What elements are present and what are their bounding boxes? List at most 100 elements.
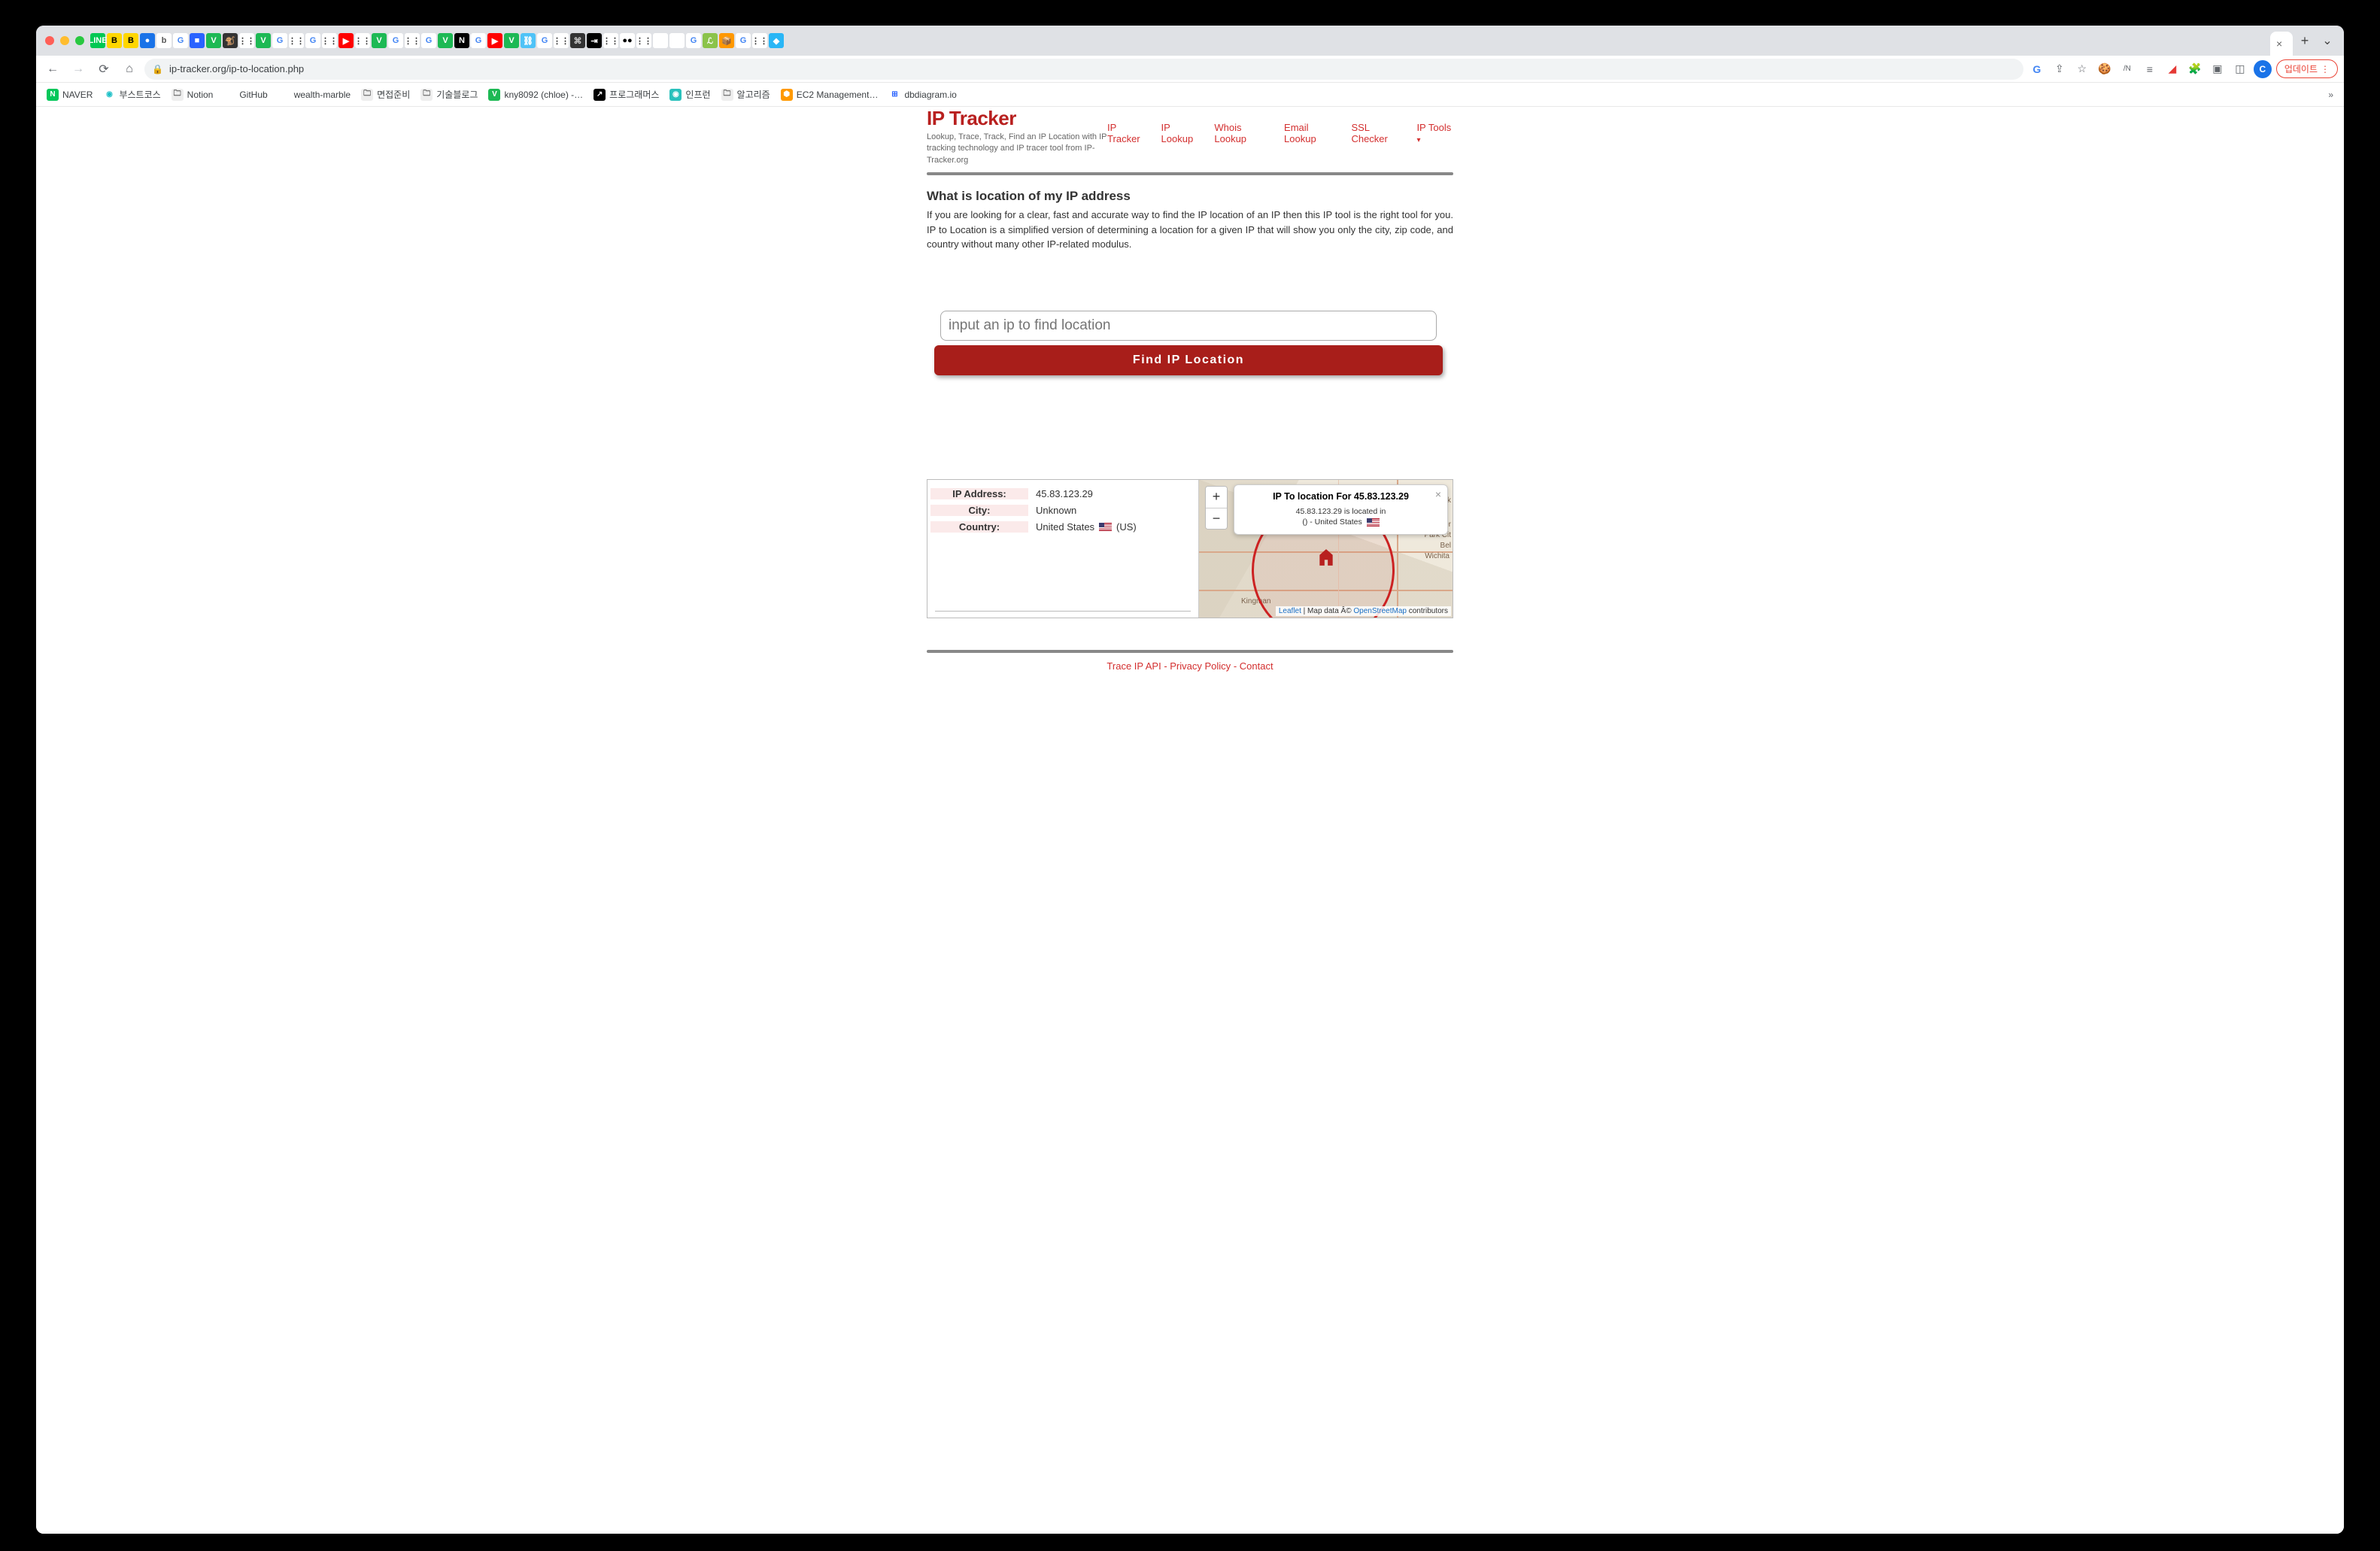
site-logo[interactable]: IP Tracker <box>927 107 1107 130</box>
bookmark-item[interactable]: ⊞dbdiagram.io <box>884 86 961 104</box>
nav-ip-lookup[interactable]: IP Lookup <box>1161 122 1201 144</box>
browser-tab[interactable]: N <box>454 33 469 48</box>
browser-tab[interactable]: G <box>471 33 486 48</box>
bookmark-item[interactable]: GitHub <box>219 86 272 104</box>
bookmarks-overflow-button[interactable]: » <box>2324 87 2338 103</box>
extensions-icon[interactable]: 🧩 <box>2186 60 2204 78</box>
close-tab-icon[interactable]: × <box>2276 38 2282 50</box>
find-ip-location-button[interactable]: Find IP Location <box>934 345 1443 375</box>
browser-tab[interactable]: V <box>438 33 453 48</box>
bookmark-item[interactable]: 🗀알고리즘 <box>717 85 775 104</box>
browser-tab[interactable]: ⋮⋮ <box>355 33 370 48</box>
bookmark-favicon: 🗀 <box>172 89 184 101</box>
browser-tab[interactable]: G <box>305 33 320 48</box>
browser-tab[interactable]: ⌘ <box>570 33 585 48</box>
browser-tab[interactable]: G <box>686 33 701 48</box>
forward-button[interactable]: → <box>68 59 89 80</box>
footer-contact[interactable]: Contact <box>1240 660 1273 672</box>
bookmark-item[interactable]: ◉인프런 <box>665 85 715 104</box>
browser-tab[interactable]: G <box>537 33 552 48</box>
footer-privacy-policy[interactable]: Privacy Policy <box>1170 660 1231 672</box>
browser-tab[interactable]: B <box>107 33 122 48</box>
bookmark-item[interactable]: 🗀면접준비 <box>357 85 414 104</box>
update-button[interactable]: 업데이트 ⋮ <box>2276 59 2338 78</box>
browser-tab[interactable]: b <box>156 33 172 48</box>
back-button[interactable]: ← <box>42 59 63 80</box>
browser-tab[interactable]: G <box>388 33 403 48</box>
nav-email-lookup[interactable]: Email Lookup <box>1284 122 1337 144</box>
browser-tab[interactable]: G <box>421 33 436 48</box>
bookmark-item[interactable]: 🗀Notion <box>167 86 218 104</box>
browser-tab[interactable] <box>653 33 668 48</box>
browser-tab[interactable]: 📦 <box>719 33 734 48</box>
browser-tab[interactable]: ⋮⋮ <box>636 33 651 48</box>
cookie-extension-icon[interactable]: 🍪 <box>2096 60 2114 78</box>
browser-tab[interactable]: ● <box>140 33 155 48</box>
browser-tab[interactable]: 🐒 <box>223 33 238 48</box>
leaflet-link[interactable]: Leaflet <box>1279 607 1301 615</box>
browser-tab[interactable]: ⋮⋮ <box>239 33 254 48</box>
tab-overflow-button[interactable]: ⌄ <box>2317 30 2338 51</box>
maximize-window-button[interactable] <box>75 36 84 45</box>
nav-ip-tracker[interactable]: IP Tracker <box>1107 122 1147 144</box>
reload-button[interactable]: ⟳ <box>93 59 114 80</box>
browser-tab[interactable]: ●● <box>620 33 635 48</box>
home-button[interactable]: ⌂ <box>119 59 140 80</box>
nav-ssl-checker[interactable]: SSL Checker <box>1351 122 1403 144</box>
browser-tab[interactable]: ■ <box>190 33 205 48</box>
browser-tab[interactable]: G <box>173 33 188 48</box>
extension-icon-1[interactable]: /N <box>2118 60 2136 78</box>
map-marker-icon[interactable] <box>1316 548 1336 567</box>
browser-tab[interactable]: ⛓ <box>521 33 536 48</box>
side-panel-icon[interactable]: ◫ <box>2231 60 2249 78</box>
browser-tab[interactable]: ⋮⋮ <box>405 33 420 48</box>
browser-tab[interactable]: ⋮⋮ <box>289 33 304 48</box>
minimize-window-button[interactable] <box>60 36 69 45</box>
map[interactable]: Wichita Kingman dgwick alley Center Park… <box>1198 480 1453 618</box>
extension-icon-3[interactable]: ◢ <box>2163 60 2181 78</box>
zoom-in-button[interactable]: + <box>1206 487 1227 508</box>
new-tab-button[interactable]: + <box>2294 30 2315 51</box>
bookmark-item[interactable]: Vkny8092 (chloe) -… <box>484 86 587 104</box>
nav-ip-tools[interactable]: IP Tools <box>1416 122 1453 144</box>
bookmark-item[interactable]: wealth-marble <box>274 86 355 104</box>
browser-tab[interactable]: ▶ <box>338 33 354 48</box>
bookmark-item[interactable]: ⬢EC2 Management… <box>776 86 883 104</box>
zoom-out-button[interactable]: − <box>1206 508 1227 529</box>
ip-input[interactable] <box>940 311 1437 341</box>
browser-tab[interactable]: G <box>736 33 751 48</box>
profile-avatar[interactable]: C <box>2254 60 2272 78</box>
bookmark-item[interactable]: ↗프로그래머스 <box>589 85 663 104</box>
star-icon[interactable]: ☆ <box>2073 60 2091 78</box>
google-icon[interactable]: G <box>2028 60 2046 78</box>
browser-tab[interactable]: ⋮⋮ <box>603 33 618 48</box>
browser-tab[interactable]: ℒ <box>703 33 718 48</box>
footer-trace-ip-api[interactable]: Trace IP API <box>1107 660 1161 672</box>
browser-tab[interactable]: ▶ <box>487 33 502 48</box>
browser-tab[interactable]: V <box>256 33 271 48</box>
browser-tab[interactable]: ⋮⋮ <box>322 33 337 48</box>
browser-tab[interactable]: V <box>206 33 221 48</box>
browser-tab[interactable]: LINE <box>90 33 105 48</box>
browser-tab[interactable]: ⋮⋮ <box>554 33 569 48</box>
active-tab[interactable]: × <box>2270 32 2293 56</box>
extension-icon-2[interactable]: ≡ <box>2141 60 2159 78</box>
address-bar[interactable]: 🔒 ip-tracker.org/ip-to-location.php <box>144 59 2023 80</box>
bookmark-item[interactable]: NNAVER <box>42 86 97 104</box>
browser-tab[interactable]: G <box>272 33 287 48</box>
browser-tab[interactable] <box>669 33 685 48</box>
nav-whois-lookup[interactable]: Whois Lookup <box>1214 122 1270 144</box>
browser-tab[interactable]: V <box>372 33 387 48</box>
browser-tab[interactable]: B <box>123 33 138 48</box>
bookmark-item[interactable]: ◉부스트코스 <box>99 85 165 104</box>
close-window-button[interactable] <box>45 36 54 45</box>
browser-tab[interactable]: V <box>504 33 519 48</box>
share-icon[interactable]: ⇪ <box>2051 60 2069 78</box>
bookmark-item[interactable]: 🗀기술블로그 <box>416 85 482 104</box>
browser-tab[interactable]: ⋮⋮ <box>752 33 767 48</box>
browser-tab[interactable]: ◆ <box>769 33 784 48</box>
osm-link[interactable]: OpenStreetMap <box>1353 607 1407 615</box>
browser-tab[interactable]: ⇥ <box>587 33 602 48</box>
reading-list-icon[interactable]: ▣ <box>2208 60 2227 78</box>
popup-close-icon[interactable]: × <box>1435 488 1441 500</box>
